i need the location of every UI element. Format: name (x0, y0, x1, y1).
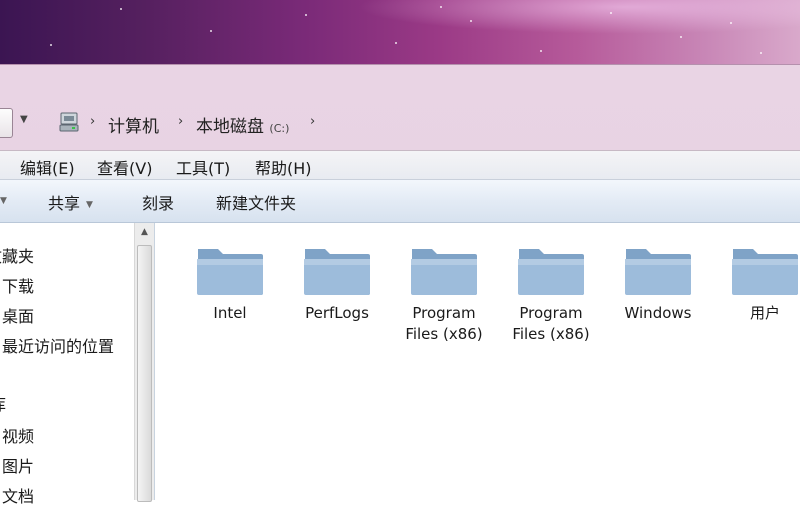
nav-item-desktop[interactable]: 桌面 (2, 303, 34, 327)
organize-dropdown-icon[interactable]: ▼ (0, 196, 7, 206)
folder-name-line1: Windows (624, 304, 692, 322)
file-list-area: Intel PerfLogs Program Files (x86) Progr… (155, 223, 800, 500)
folder-name-line1: PerfLogs (305, 304, 369, 322)
nav-item-recent-places[interactable]: 最近访问的位置 (2, 333, 114, 357)
folder-icon (197, 249, 263, 295)
folder-item[interactable]: Windows (613, 241, 703, 324)
menu-view[interactable]: 查看(V) (97, 155, 152, 179)
share-label: 共享 (48, 194, 81, 213)
folder-name: 用户 (720, 303, 800, 324)
nav-item-pictures[interactable]: 图片 (2, 453, 34, 477)
folder-name-line1: Program (412, 304, 476, 322)
folder-name: Program Files (x86) (506, 303, 596, 345)
folder-name-line2: Files (x86) (512, 325, 590, 343)
back-forward-button[interactable] (0, 108, 13, 138)
address-bar[interactable]: ▼ › 计算机 › 本地磁盘 (C:) › (0, 104, 800, 142)
breadcrumb-computer[interactable]: 计算机 (108, 112, 159, 137)
share-button[interactable]: 共享 ▼ (48, 190, 93, 214)
folder-name-line1: 用户 (749, 304, 780, 322)
folder-item[interactable]: Program Files (x86) (399, 241, 489, 345)
breadcrumb-local-disk[interactable]: 本地磁盘 (C:) (196, 112, 289, 137)
navigation-pane: 收藏夹 下载 桌面 最近访问的位置 库 视频 图片 文档 (0, 223, 134, 506)
share-dropdown-icon: ▼ (86, 199, 93, 210)
folder-item[interactable]: Program Files (x86) (506, 241, 596, 345)
menu-tools[interactable]: 工具(T) (176, 155, 230, 179)
folder-icon (411, 249, 477, 295)
folder-name-line2: Files (x86) (405, 325, 483, 343)
scroll-thumb[interactable] (137, 245, 152, 502)
folder-item[interactable]: PerfLogs (292, 241, 382, 324)
folder-icon (732, 249, 798, 295)
recent-pages-dropdown-icon[interactable]: ▼ (20, 114, 28, 125)
desktop-wallpaper (0, 0, 800, 70)
folder-name-line1: Intel (213, 304, 247, 322)
nav-item-documents[interactable]: 文档 (2, 483, 34, 507)
new-folder-button[interactable]: 新建文件夹 (216, 190, 296, 214)
folder-name: Intel (185, 303, 275, 324)
folder-name: Windows (613, 303, 703, 324)
folder-name: PerfLogs (292, 303, 382, 324)
nav-item-videos[interactable]: 视频 (2, 423, 34, 447)
folder-name-line1: Program (519, 304, 583, 322)
folder-name: Program Files (x86) (399, 303, 489, 345)
window-border (0, 64, 800, 65)
nav-item-downloads[interactable]: 下载 (2, 273, 34, 297)
folder-item[interactable]: Intel (185, 241, 275, 324)
menu-edit[interactable]: 编辑(E) (20, 155, 75, 179)
menu-bar: 编辑(E) 查看(V) 工具(T) 帮助(H) (0, 150, 800, 180)
nav-pane-scrollbar[interactable]: ▲ (134, 223, 155, 502)
command-toolbar: ▼ 共享 ▼ 刻录 新建文件夹 (0, 180, 800, 223)
scroll-up-arrow-icon[interactable]: ▲ (135, 223, 154, 241)
folder-icon (625, 249, 691, 295)
nav-libraries-header[interactable]: 库 (0, 391, 6, 415)
breadcrumb-local-disk-label: 本地磁盘 (196, 117, 264, 137)
folder-icon (518, 249, 584, 295)
drive-letter: (C:) (269, 122, 290, 135)
burn-button[interactable]: 刻录 (142, 190, 174, 214)
folder-icon (304, 249, 370, 295)
breadcrumb-chevron-icon[interactable]: › (310, 114, 315, 129)
menu-help[interactable]: 帮助(H) (255, 155, 312, 179)
folder-item[interactable]: 用户 (720, 241, 800, 324)
breadcrumb-chevron-icon[interactable]: › (90, 114, 95, 129)
nav-favorites-header[interactable]: 收藏夹 (0, 243, 34, 267)
breadcrumb-chevron-icon[interactable]: › (178, 114, 183, 129)
computer-drive-icon (59, 112, 79, 132)
